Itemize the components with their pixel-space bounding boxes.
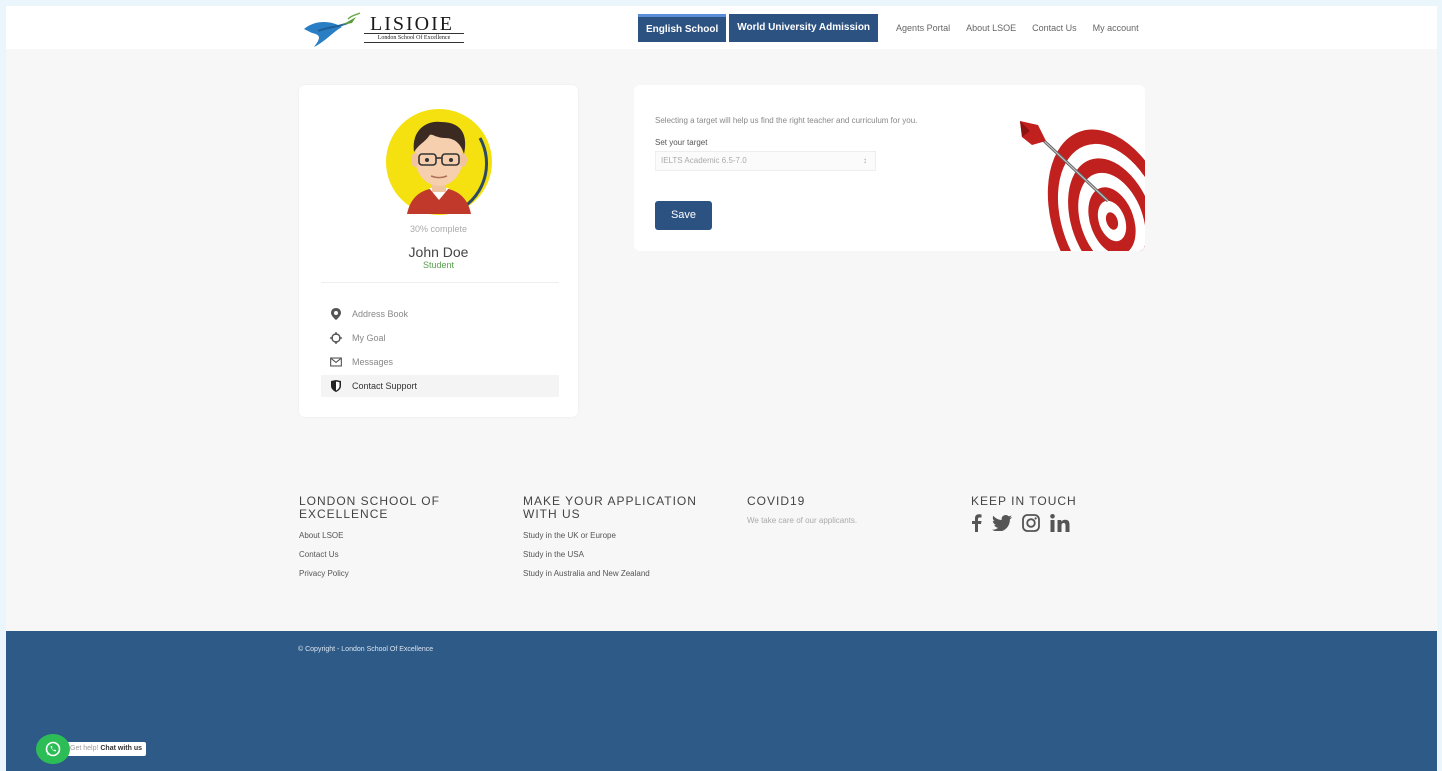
footer-bottom: © Copyright - London School Of Excellenc… <box>6 631 1437 771</box>
target-select[interactable]: IELTS Academic 6.5-7.0 ↕ <box>655 151 876 171</box>
footer-col-covid: COVID19 We take care of our applicants. <box>747 494 927 526</box>
logo[interactable]: LISIOIE London School Of Excellence <box>298 9 468 47</box>
footer-covid-text: We take care of our applicants. <box>747 516 858 525</box>
footer-heading: COVID19 <box>747 494 806 508</box>
nav-about-lsoe[interactable]: About LSOE <box>966 23 1016 33</box>
dartboard-icon <box>1012 111 1145 251</box>
footer-col-social: KEEP IN TOUCH <box>971 495 1151 532</box>
footer-heading: KEEP IN TOUCH <box>971 494 1077 508</box>
logo-subtitle: London School Of Excellence <box>364 33 464 43</box>
page: LISIOIE London School Of Excellence Engl… <box>6 6 1437 771</box>
nav-world-university-admission[interactable]: World University Admission <box>729 14 879 42</box>
menu-item-my-goal[interactable]: My Goal <box>321 327 559 349</box>
nav-contact-us[interactable]: Contact Us <box>1032 23 1077 33</box>
instagram-icon[interactable] <box>1022 514 1040 532</box>
profile-name: John Doe <box>408 244 469 260</box>
menu-item-label: Messages <box>352 357 394 367</box>
menu-item-label: Contact Support <box>352 381 418 391</box>
chat-label[interactable]: Get help! Chat with us <box>66 742 146 756</box>
map-pin-icon <box>330 308 342 320</box>
envelope-icon <box>330 356 342 368</box>
footer-links: LONDON SCHOOL OF EXCELLENCE About LSOE C… <box>6 451 1437 631</box>
avatar[interactable] <box>385 108 497 220</box>
shield-icon <box>330 380 342 392</box>
footer-link-uk[interactable]: Study in the UK or Europe <box>523 531 713 540</box>
save-button[interactable]: Save <box>655 201 712 230</box>
target-select-value: IELTS Academic 6.5-7.0 <box>661 156 747 165</box>
copyright: © Copyright - London School Of Excellenc… <box>298 646 434 653</box>
profile-completion: 30% complete <box>409 224 468 234</box>
facebook-icon[interactable] <box>971 514 982 532</box>
main-nav: English School World University Admissio… <box>638 14 1139 42</box>
twitter-icon[interactable] <box>992 515 1012 531</box>
nav-english-school[interactable]: English School <box>638 14 727 42</box>
footer-heading: LONDON SCHOOL OF EXCELLENCE <box>299 494 440 521</box>
target-card: Selecting a target will help us find the… <box>634 85 1145 251</box>
footer-link-about[interactable]: About LSOE <box>299 531 469 540</box>
menu-item-contact-support[interactable]: Contact Support <box>321 375 559 397</box>
profile-menu: Address Book My Goal Messages Contact Su… <box>321 303 559 399</box>
linkedin-icon[interactable] <box>1050 514 1070 532</box>
footer-heading: MAKE YOUR APPLICATION WITH US <box>523 494 697 521</box>
target-description: Selecting a target will help us find the… <box>655 116 918 125</box>
menu-item-label: My Goal <box>352 333 386 343</box>
nav-agents-portal[interactable]: Agents Portal <box>896 23 950 33</box>
crosshair-icon <box>330 332 342 344</box>
profile-card: 30% complete John Doe Student Address Bo… <box>299 85 578 417</box>
target-label: Set your target <box>655 138 708 147</box>
site-header: LISIOIE London School Of Excellence Engl… <box>6 6 1437 49</box>
social-icons <box>971 514 1151 532</box>
chat-prefix: Get help! <box>70 745 99 752</box>
footer-link-privacy[interactable]: Privacy Policy <box>299 569 469 578</box>
nav-my-account[interactable]: My account <box>1093 23 1139 33</box>
menu-item-messages[interactable]: Messages <box>321 351 559 373</box>
footer-link-contact[interactable]: Contact Us <box>299 550 469 559</box>
select-arrows-icon: ↕ <box>863 156 867 165</box>
profile-divider <box>321 282 559 283</box>
logo-bird-icon <box>304 12 361 47</box>
menu-item-address-book[interactable]: Address Book <box>321 303 559 325</box>
whatsapp-icon[interactable] <box>36 734 70 764</box>
footer-link-australia[interactable]: Study in Australia and New Zealand <box>523 569 713 578</box>
chat-text: Chat with us <box>100 745 142 752</box>
footer-link-usa[interactable]: Study in the USA <box>523 550 713 559</box>
menu-item-label: Address Book <box>352 309 409 319</box>
footer-col-school: LONDON SCHOOL OF EXCELLENCE About LSOE C… <box>299 494 469 579</box>
profile-role: Student <box>422 260 455 270</box>
chat-widget[interactable]: Get help! Chat with us <box>36 734 146 764</box>
footer-col-apply: MAKE YOUR APPLICATION WITH US Study in t… <box>523 494 713 579</box>
